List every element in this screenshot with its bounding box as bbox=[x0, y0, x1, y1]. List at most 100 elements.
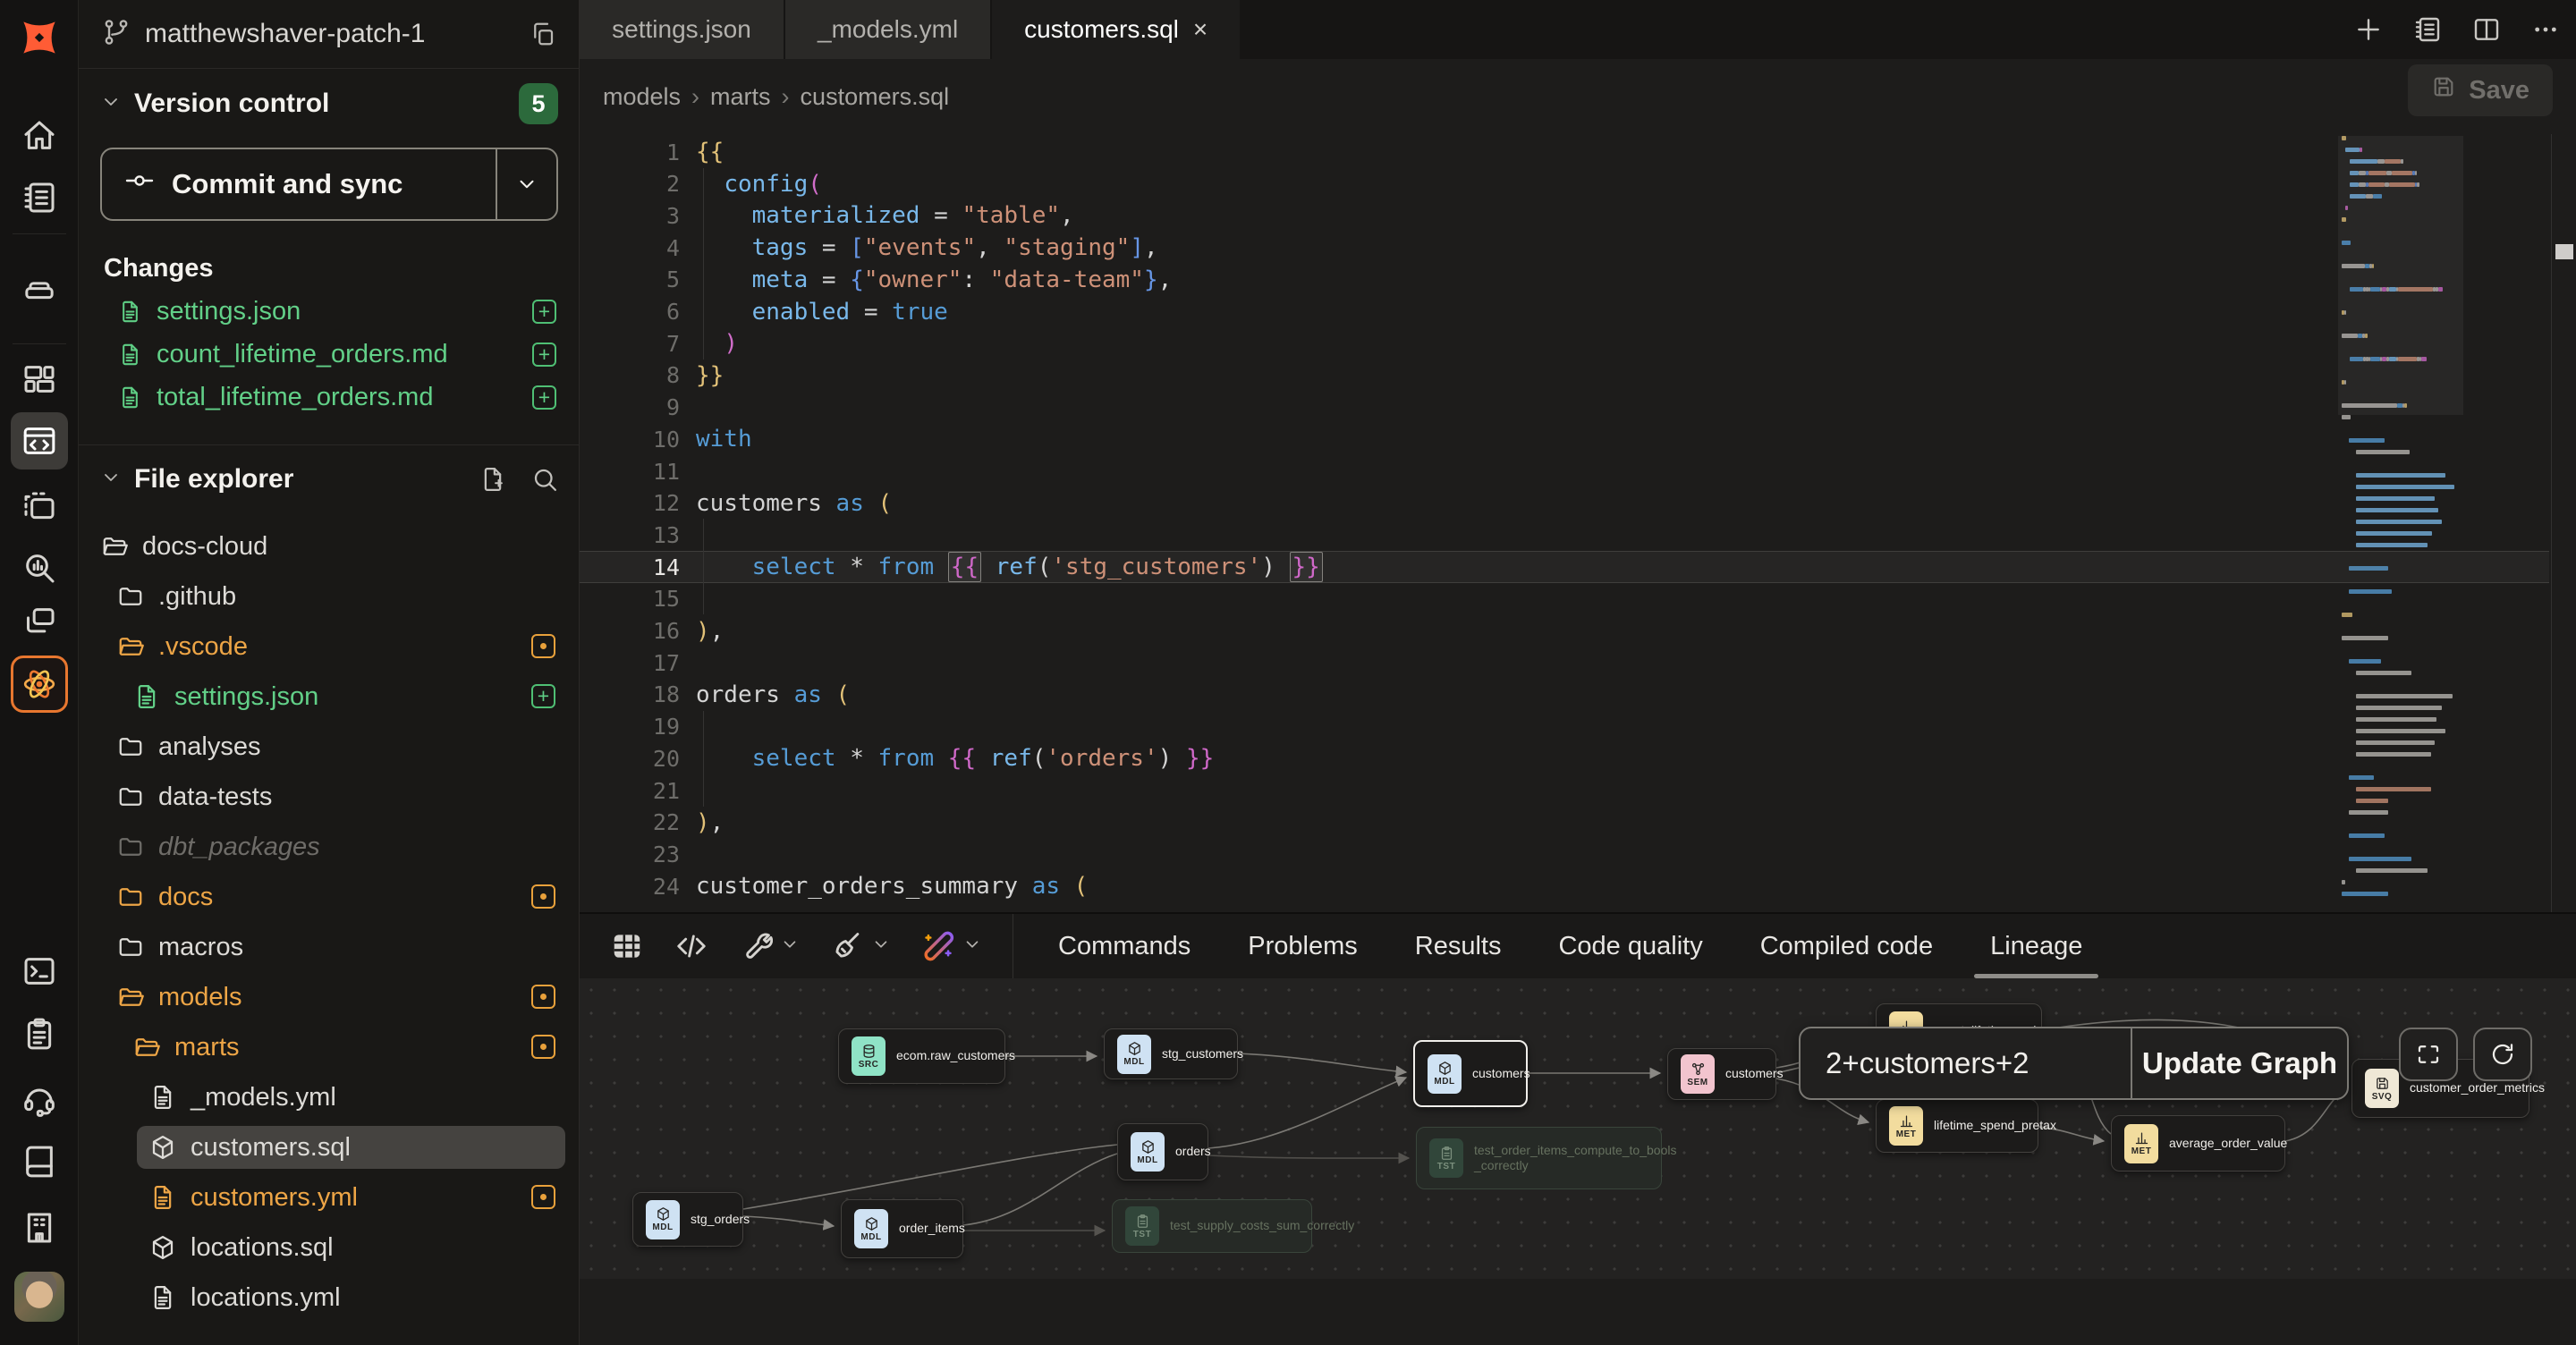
changed-file-row[interactable]: settings.json+ bbox=[79, 290, 580, 333]
chevron-down-icon[interactable] bbox=[962, 935, 982, 959]
tab-customers-sql[interactable]: customers.sql× bbox=[992, 0, 1241, 59]
stage-file-button[interactable]: + bbox=[532, 343, 556, 367]
lineage-node-order_items[interactable]: MDLorder_items bbox=[841, 1199, 963, 1258]
activity-item-code-editor-icon[interactable] bbox=[11, 412, 68, 469]
chevron-down-icon[interactable] bbox=[780, 935, 800, 959]
lineage-node-ecom_raw_customers[interactable]: SRCecom.raw_customers bbox=[838, 1028, 1005, 1084]
split-view-icon[interactable] bbox=[2472, 15, 2501, 44]
copilot-sparkle-icon[interactable] bbox=[921, 929, 982, 963]
code-line-13[interactable]: 13 bbox=[580, 519, 2576, 551]
search-files-button[interactable] bbox=[531, 466, 558, 493]
plus-icon[interactable] bbox=[2354, 15, 2383, 44]
lineage-node-stg_orders[interactable]: MDLstg_orders bbox=[632, 1192, 743, 1247]
panel-tab-lineage[interactable]: Lineage bbox=[1962, 914, 2111, 978]
code-line-5[interactable]: 5 meta = {"owner": "data-team"}, bbox=[580, 264, 2576, 296]
commit-options-chevron[interactable] bbox=[496, 149, 556, 219]
modified-indicator-badge[interactable] bbox=[531, 1185, 555, 1209]
code-editor[interactable]: 1{{2 config(3 materialized = "table",4 t… bbox=[580, 134, 2576, 912]
activity-item-frame-select-icon[interactable] bbox=[11, 478, 68, 536]
stage-file-button[interactable]: + bbox=[532, 385, 556, 410]
tree-item--github[interactable]: .github bbox=[79, 571, 580, 622]
lineage-node-customers_semantic[interactable]: SEMcustomers bbox=[1667, 1048, 1776, 1100]
activity-item-terminal-icon[interactable] bbox=[11, 943, 68, 1000]
code-line-23[interactable]: 23 bbox=[580, 838, 2576, 870]
version-control-header[interactable]: Version control 5 bbox=[79, 76, 580, 131]
tree-item-locations-yml[interactable]: locations.yml bbox=[79, 1273, 580, 1323]
save-button[interactable]: Save bbox=[2408, 64, 2553, 116]
tree-item-models[interactable]: models bbox=[79, 972, 580, 1022]
tree-item-analyses[interactable]: analyses bbox=[79, 722, 580, 772]
lineage-node-stg_customers[interactable]: MDLstg_customers bbox=[1104, 1028, 1238, 1079]
tree-item-locations-sql[interactable]: locations.sql bbox=[79, 1222, 580, 1273]
panel-tab-commands[interactable]: Commands bbox=[1030, 914, 1219, 978]
user-avatar[interactable] bbox=[14, 1272, 64, 1322]
fullscreen-button[interactable] bbox=[2399, 1028, 2458, 1081]
refresh-graph-button[interactable] bbox=[2473, 1028, 2532, 1081]
stage-file-button[interactable]: + bbox=[532, 300, 556, 324]
tree-item-data-tests[interactable]: data-tests bbox=[79, 772, 580, 822]
update-graph-button[interactable]: Update Graph bbox=[2131, 1028, 2347, 1098]
changed-file-row[interactable]: total_lifetime_orders.md+ bbox=[79, 376, 580, 419]
file-explorer-header[interactable]: File explorer bbox=[79, 452, 580, 507]
code-line-12[interactable]: 12customers as ( bbox=[580, 487, 2576, 520]
lineage-selector-input[interactable]: 2+customers+2 bbox=[1801, 1028, 2131, 1098]
code-line-24[interactable]: 24customer_orders_summary as ( bbox=[580, 870, 2576, 902]
lineage-node-lifetime_spend_pretax[interactable]: METlifetime_spend_pretax bbox=[1876, 1099, 2038, 1153]
activity-item-home-icon[interactable] bbox=[11, 107, 68, 165]
code-line-19[interactable]: 19 bbox=[580, 711, 2576, 743]
activity-item-building-icon[interactable] bbox=[11, 1199, 68, 1256]
lineage-node-average_order_value[interactable]: METaverage_order_value bbox=[2111, 1115, 2285, 1172]
code-line-11[interactable]: 11 bbox=[580, 455, 2576, 487]
panel-tab-results[interactable]: Results bbox=[1386, 914, 1530, 978]
code-icon[interactable] bbox=[674, 929, 708, 963]
breadcrumb-models[interactable]: models bbox=[603, 83, 681, 111]
modified-indicator-badge[interactable] bbox=[531, 985, 555, 1009]
activity-item-query-insights-icon[interactable] bbox=[11, 539, 68, 596]
stage-file-button[interactable]: + bbox=[531, 684, 555, 708]
lineage-canvas[interactable]: SRCecom.raw_customers MDLstg_customers MDL… bbox=[580, 978, 2576, 1279]
modified-indicator-badge[interactable] bbox=[531, 634, 555, 658]
code-line-8[interactable]: 8}} bbox=[580, 360, 2576, 392]
tree-item--vscode[interactable]: .vscode bbox=[79, 622, 580, 672]
wrench-icon[interactable] bbox=[739, 929, 800, 963]
git-branch-row[interactable]: matthewshaver-patch-1 bbox=[79, 0, 580, 69]
panel-tab-compiled-code[interactable]: Compiled code bbox=[1732, 914, 1962, 978]
tree-item-settings-json[interactable]: settings.json+ bbox=[79, 672, 580, 722]
copy-branch-button[interactable] bbox=[530, 21, 556, 47]
code-line-15[interactable]: 15 bbox=[580, 583, 2576, 615]
activity-item-windows-multi-icon[interactable] bbox=[11, 593, 68, 650]
dbt-logo[interactable] bbox=[0, 11, 79, 64]
code-line-1[interactable]: 1{{ bbox=[580, 136, 2576, 168]
tree-item--models-yml[interactable]: _models.yml bbox=[79, 1072, 580, 1122]
tree-item-dbt-packages[interactable]: dbt_packages bbox=[79, 822, 580, 872]
code-line-20[interactable]: 20 select * from {{ ref('orders') }} bbox=[580, 742, 2576, 774]
breadcrumb-marts[interactable]: marts bbox=[710, 83, 771, 111]
code-line-22[interactable]: 22), bbox=[580, 807, 2576, 839]
code-line-9[interactable]: 9 bbox=[580, 392, 2576, 424]
tree-item-macros[interactable]: macros bbox=[79, 922, 580, 972]
results-table-icon[interactable] bbox=[610, 929, 644, 963]
code-line-14[interactable]: 14 select * from {{ ref('stg_customers')… bbox=[580, 551, 2576, 583]
activity-item-clipboard-icon[interactable] bbox=[11, 1005, 68, 1062]
tab--models-yml[interactable]: _models.yml bbox=[785, 0, 992, 59]
chevron-down-icon[interactable] bbox=[871, 935, 891, 959]
code-line-18[interactable]: 18orders as ( bbox=[580, 679, 2576, 711]
changed-file-row[interactable]: count_lifetime_orders.md+ bbox=[79, 333, 580, 376]
code-line-2[interactable]: 2 config( bbox=[580, 168, 2576, 200]
panel-tab-problems[interactable]: Problems bbox=[1219, 914, 1386, 978]
tab-settings-json[interactable]: settings.json bbox=[580, 0, 785, 59]
activity-item-dashboard-grid-icon[interactable] bbox=[11, 351, 68, 408]
breadcrumb-file[interactable]: customers.sql bbox=[801, 83, 950, 111]
code-line-10[interactable]: 10with bbox=[580, 423, 2576, 455]
tree-item-customers-sql[interactable]: customers.sql bbox=[79, 1122, 580, 1172]
lineage-node-test_supply_costs_sum_correctly[interactable]: TSTtest_supply_costs_sum_correctly bbox=[1112, 1199, 1312, 1253]
lineage-node-customers_model[interactable]: MDLcustomers bbox=[1413, 1040, 1528, 1107]
code-line-21[interactable]: 21 bbox=[580, 774, 2576, 807]
activity-item-stack-trays-icon[interactable] bbox=[11, 258, 68, 316]
tree-item-docs[interactable]: docs bbox=[79, 872, 580, 922]
tree-item-marts[interactable]: marts bbox=[79, 1022, 580, 1072]
code-line-4[interactable]: 4 tags = ["events", "staging"], bbox=[580, 232, 2576, 264]
code-line-16[interactable]: 16), bbox=[580, 615, 2576, 647]
lineage-node-orders[interactable]: MDLorders bbox=[1117, 1123, 1208, 1180]
panel-tab-code-quality[interactable]: Code quality bbox=[1530, 914, 1731, 978]
